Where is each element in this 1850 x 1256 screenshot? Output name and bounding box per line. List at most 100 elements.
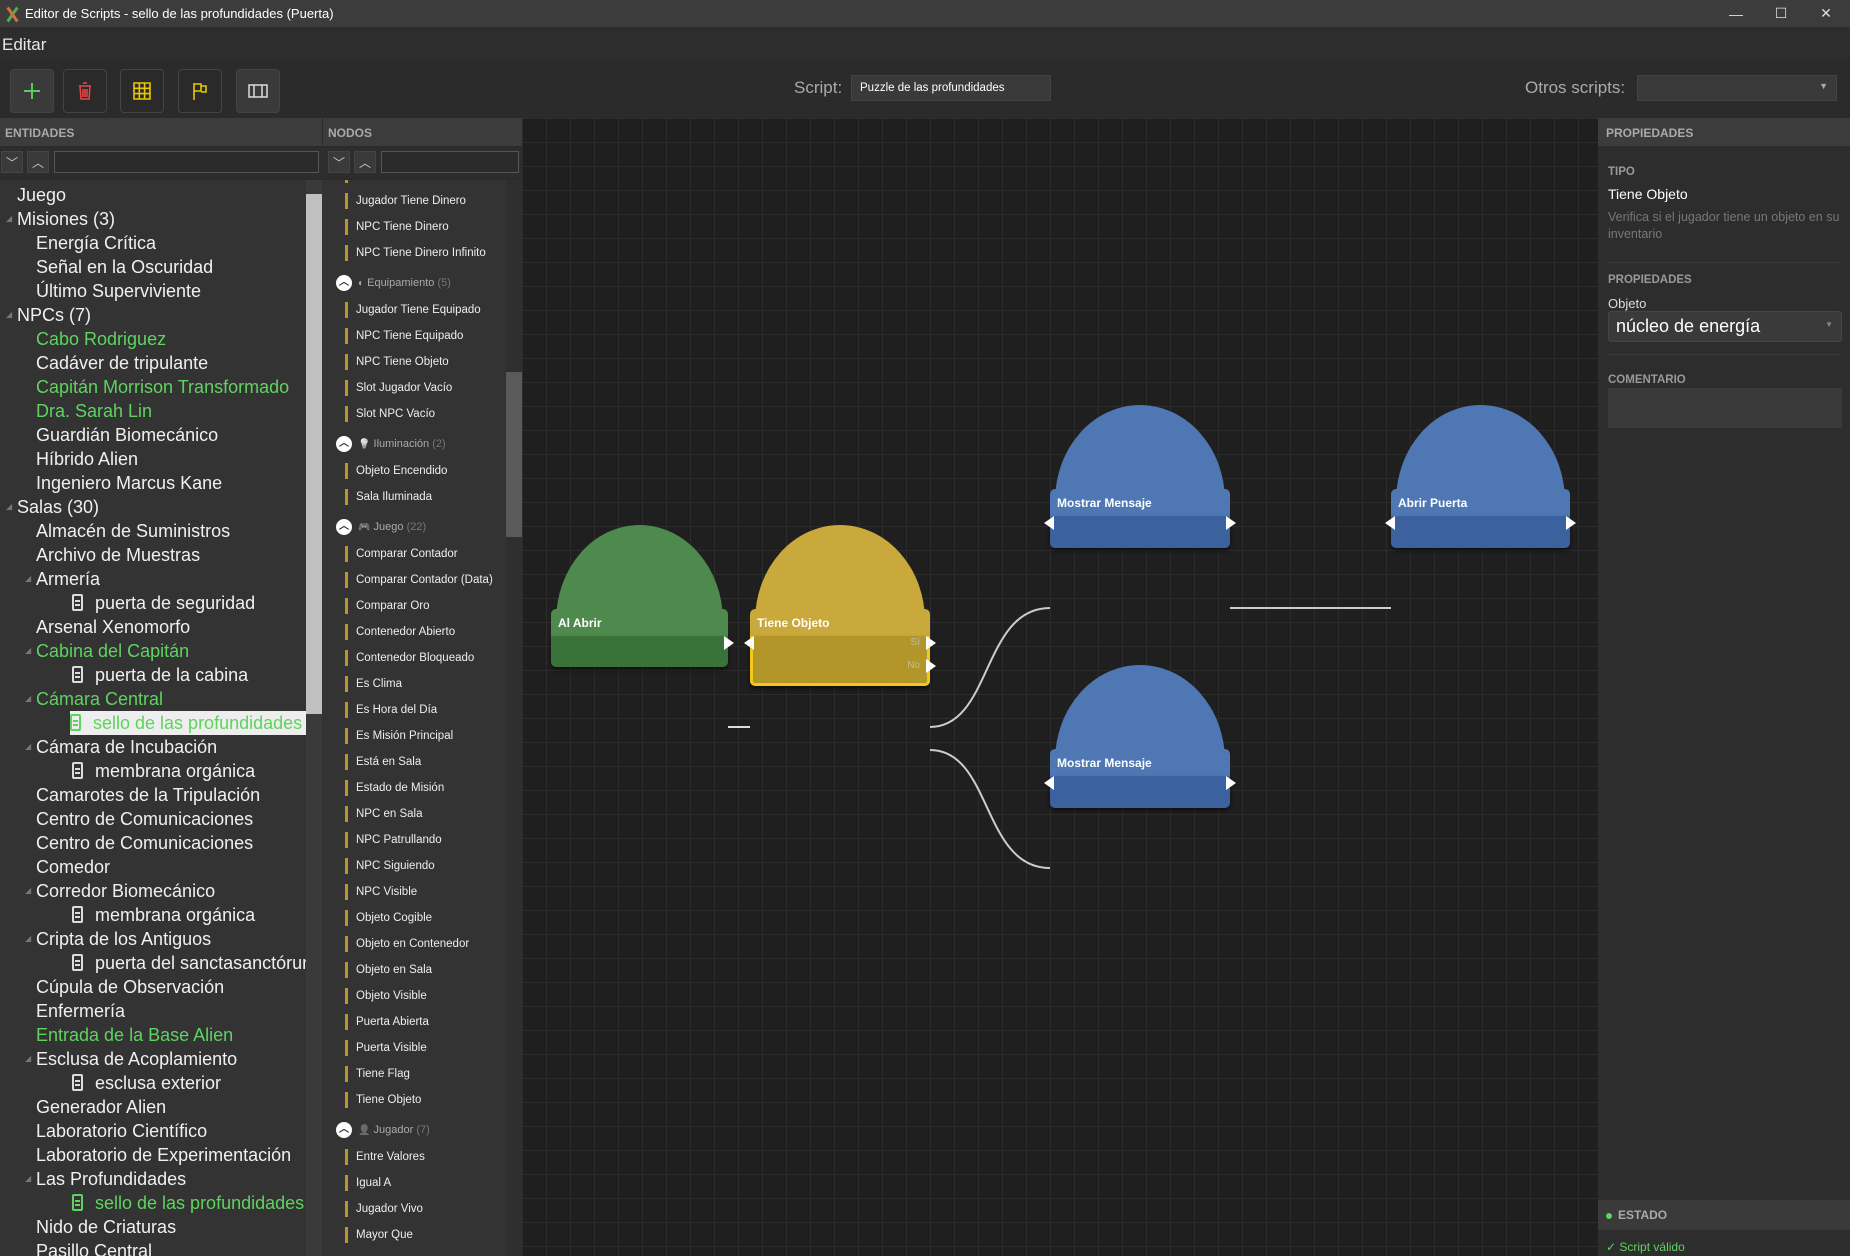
tree-item[interactable]: Laboratorio de Experimentación xyxy=(36,1143,291,1167)
node-palette-item[interactable]: Objeto Cogible xyxy=(344,905,432,931)
tree-item[interactable]: Pasillo Central xyxy=(36,1239,152,1256)
script-name-input[interactable]: Puzzle de las profundidades xyxy=(851,75,1051,101)
tree-item[interactable]: Centro de Comunicaciones xyxy=(36,807,253,831)
node-palette-item[interactable]: Objeto Visible xyxy=(345,983,427,1009)
collapse-icon[interactable]: ︿ xyxy=(336,275,352,292)
tree-item[interactable]: ◢ Misiones (3) xyxy=(6,207,115,231)
nodes-scrollbar[interactable] xyxy=(506,180,522,1256)
collapse-icon[interactable]: ︿ xyxy=(336,519,352,536)
maximize-button[interactable]: ☐ xyxy=(1758,0,1804,27)
tree-item[interactable]: ◢ Salas (30) xyxy=(6,495,99,519)
comment-textarea[interactable] xyxy=(1608,388,1842,428)
node-palette-item[interactable]: Slot NPC Vacío xyxy=(344,401,435,427)
collapse-icon[interactable]: ︿ xyxy=(336,1122,352,1139)
tree-item[interactable]: Señal en la Oscuridad xyxy=(36,255,213,279)
delete-button[interactable] xyxy=(63,69,107,113)
tree-item[interactable]: puerta del sanctasanctórum xyxy=(72,951,306,975)
output-port-icon[interactable] xyxy=(724,636,734,650)
node-palette-item[interactable]: Slot Jugador Vacío xyxy=(344,375,452,401)
other-scripts-dropdown[interactable]: ▼ xyxy=(1637,75,1837,101)
tree-item[interactable]: Arsenal Xenomorfo xyxy=(36,615,190,639)
node-palette-item[interactable]: Comparar Oro xyxy=(345,593,430,619)
tree-item[interactable]: sello de las profundidades xyxy=(72,1191,304,1215)
tree-item[interactable]: Último Superviviente xyxy=(36,279,201,303)
add-button[interactable] xyxy=(10,69,54,113)
entities-search-input[interactable] xyxy=(54,151,319,173)
expander-icon[interactable]: ◢ xyxy=(6,495,12,519)
expander-icon[interactable]: ◢ xyxy=(6,303,12,327)
input-port-icon[interactable] xyxy=(744,636,754,650)
node-palette-item[interactable]: NPC Patrullando xyxy=(345,827,442,853)
tree-item[interactable]: Juego xyxy=(17,183,66,207)
node-palette-item[interactable]: Contenedor Abierto xyxy=(344,619,455,645)
tree-item[interactable]: Híbrido Alien xyxy=(36,447,138,471)
tree-item[interactable]: Ingeniero Marcus Kane xyxy=(36,471,222,495)
expand-all-nodes-button[interactable]: ﹀ xyxy=(328,151,350,173)
expander-icon[interactable]: ◢ xyxy=(25,927,31,951)
expander-icon[interactable]: ◢ xyxy=(25,639,31,663)
node-category[interactable]: ︿ 👤 Jugador (7) xyxy=(336,1115,430,1146)
input-port-icon[interactable] xyxy=(1044,776,1054,790)
node-palette-item[interactable]: NPC en Sala xyxy=(344,801,422,827)
entities-scrollbar[interactable] xyxy=(306,180,322,1256)
tree-item[interactable]: Nido de Criaturas xyxy=(36,1215,176,1239)
node-palette-item[interactable]: Puerta Visible xyxy=(345,1035,427,1061)
tree-item[interactable]: Enfermería xyxy=(36,999,125,1023)
graph-node-tiene-objeto[interactable]: Tiene Objeto Sí No xyxy=(744,525,936,713)
node-palette-item[interactable]: Objeto en Contenedor xyxy=(344,931,469,957)
node-palette-item[interactable]: Contenedor Bloqueado xyxy=(344,645,474,671)
node-palette-item[interactable]: Jugador Vivo xyxy=(345,1196,423,1222)
node-palette-item[interactable]: Estado de Misión xyxy=(344,775,444,801)
node-palette-item[interactable]: NPC Tiene Objeto xyxy=(345,349,449,375)
node-palette-item[interactable]: Tiene Objeto xyxy=(344,1087,421,1113)
nodes-scroll-thumb[interactable] xyxy=(506,372,522,537)
tree-item[interactable]: Cúpula de Observación xyxy=(36,975,224,999)
graph-canvas[interactable]: Al Abrir Tiene Objeto Sí No Mostrar Mensaje A… xyxy=(522,118,1598,1256)
tree-item[interactable]: ◢ Cámara Central xyxy=(25,687,163,711)
tree-item[interactable]: ◢ Cámara de Incubación xyxy=(25,735,217,759)
tree-item[interactable]: Centro de Comunicaciones xyxy=(36,831,253,855)
graph-node-mostrar-mensaje-2[interactable]: Mostrar Mensaje xyxy=(1044,665,1236,835)
node-palette-item[interactable]: Objeto Encendido xyxy=(344,458,447,484)
menu-editar[interactable]: Editar xyxy=(2,35,46,54)
expand-all-button[interactable]: ﹀ xyxy=(1,151,23,173)
tree-item[interactable]: ◢ Cabina del Capitán xyxy=(25,639,189,663)
output-port-icon[interactable] xyxy=(1226,776,1236,790)
tree-item[interactable]: Dra. Sarah Lin xyxy=(36,399,152,423)
node-palette-item[interactable]: Objeto en Sala xyxy=(344,957,432,983)
node-palette-item[interactable]: Puerta Abierta xyxy=(345,1009,429,1035)
node-palette-item[interactable]: NPC Siguiendo xyxy=(345,853,435,879)
output-port-icon[interactable] xyxy=(926,636,936,650)
collapse-icon[interactable]: ︿ xyxy=(336,436,352,453)
node-palette-item[interactable]: Comparar Contador (Data) xyxy=(345,567,493,593)
node-palette-item[interactable]: NPC Visible xyxy=(344,879,417,905)
tree-item[interactable]: Almacén de Suministros xyxy=(36,519,230,543)
node-palette-item[interactable]: Entre Valores xyxy=(345,1144,425,1170)
node-palette-item[interactable]: NPC Tiene Dinero xyxy=(345,214,449,240)
tree-item[interactable]: Camarotes de la Tripulación xyxy=(36,783,260,807)
output-port-icon[interactable] xyxy=(1566,516,1576,530)
tree-item[interactable]: Energía Crítica xyxy=(36,231,156,255)
grid-button[interactable] xyxy=(120,69,164,113)
object-dropdown[interactable]: núcleo de energía ▼ xyxy=(1608,311,1842,342)
graph-node-mostrar-mensaje-1[interactable]: Mostrar Mensaje xyxy=(1044,405,1236,575)
collapse-all-nodes-button[interactable]: ︿ xyxy=(354,151,376,173)
tree-item[interactable]: puerta de la cabina xyxy=(72,663,248,687)
tree-item[interactable]: ◢ Las Profundidades xyxy=(25,1167,186,1191)
graph-node-al-abrir[interactable]: Al Abrir xyxy=(551,525,734,694)
tree-item[interactable]: Generador Alien xyxy=(36,1095,166,1119)
tree-item[interactable]: esclusa exterior xyxy=(72,1071,221,1095)
entities-scroll-thumb[interactable] xyxy=(306,194,322,714)
node-palette-item[interactable]: NPC Tiene Dinero Infinito xyxy=(345,240,486,266)
expander-icon[interactable]: ◢ xyxy=(25,1047,31,1071)
node-palette-item[interactable]: Igual A xyxy=(344,1170,391,1196)
expander-icon[interactable]: ◢ xyxy=(6,207,12,231)
tree-item[interactable]: membrana orgánica xyxy=(72,903,255,927)
node-category[interactable]: ︿ ◐ Equipamiento (5) xyxy=(336,268,451,299)
node-palette-item[interactable]: Está en Sala xyxy=(344,749,421,775)
node-palette-item[interactable]: NPC Tiene Equipado xyxy=(344,323,463,349)
node-palette-item[interactable]: Es Hora del Día xyxy=(344,697,437,723)
expander-icon[interactable]: ◢ xyxy=(25,567,31,591)
node-palette-item[interactable]: Sala Iluminada xyxy=(344,484,432,510)
tree-item[interactable]: Capitán Morrison Transformado xyxy=(36,375,289,399)
